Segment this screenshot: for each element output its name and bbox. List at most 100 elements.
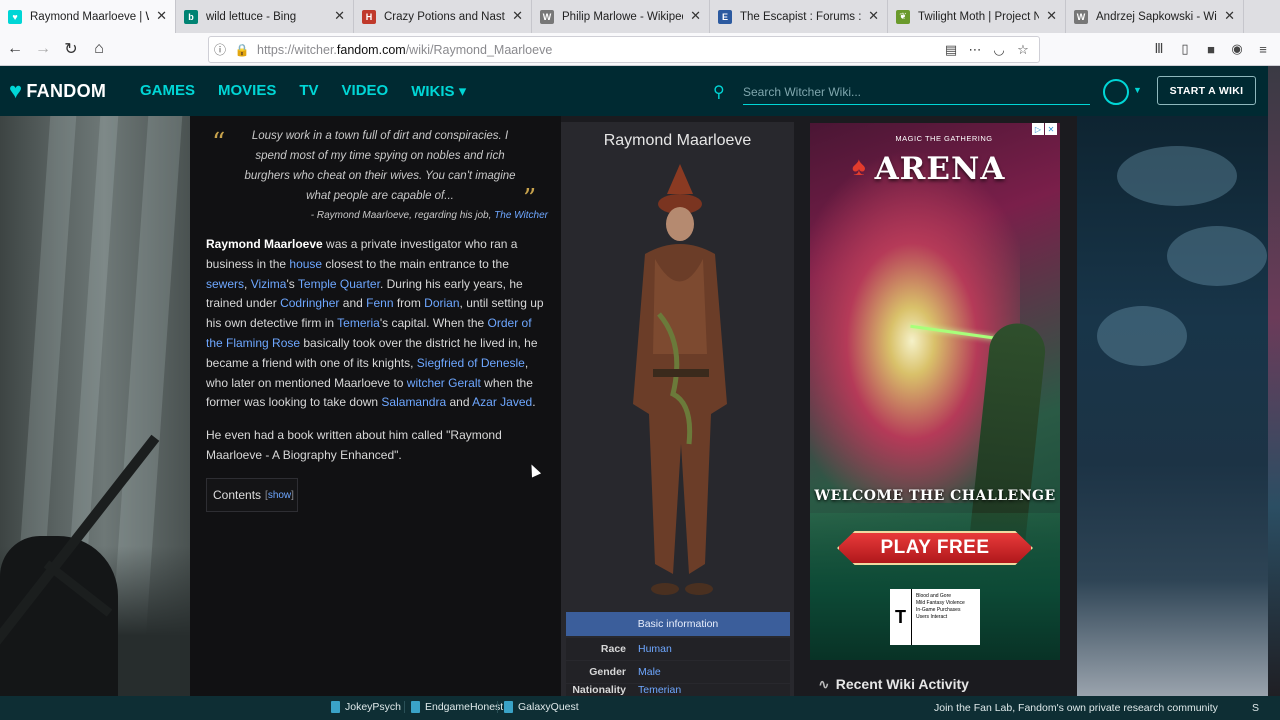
- article-paragraph-2: He even had a book written about him cal…: [206, 428, 502, 462]
- address-bar[interactable]: ⓘ 🔒 https://witcher.fandom.com/wiki/Raym…: [208, 36, 1040, 63]
- browser-tab[interactable]: W Andrzej Sapkowski - Wikipedia ✕: [1066, 0, 1244, 33]
- library-icon[interactable]: Ⅲ: [1148, 38, 1170, 60]
- tab-bar: ♥ Raymond Maarloeve | Witcher ✕ b wild lettu…: [0, 0, 1280, 33]
- infobox-row-nationality: Nationality Temerian: [566, 684, 790, 696]
- url-text[interactable]: https://witcher.fandom.com/wiki/Raymond_…: [257, 43, 552, 57]
- infobox: Raymond Maarloeve Basic information Race…: [561, 122, 794, 696]
- article-text: ,: [244, 276, 251, 291]
- article-link[interactable]: Temple Quarter: [298, 277, 380, 291]
- activity-icon: ∿: [818, 675, 830, 692]
- menu-icon[interactable]: ≡: [1252, 38, 1274, 60]
- lock-icon[interactable]: 🔒: [231, 38, 253, 62]
- close-tab-icon[interactable]: ✕: [334, 9, 345, 23]
- recent-wiki-activity[interactable]: ∿ Recent Wiki Activity: [810, 672, 1060, 696]
- article-paragraph-1: Raymond Maarloeve was a private investig…: [206, 235, 550, 413]
- browser-tab[interactable]: E The Escapist : Forums : Off-topic ✕: [710, 0, 888, 33]
- nav-wikis[interactable]: WIKIS ▾: [411, 82, 466, 100]
- article-text: closest to the main entrance to the: [322, 256, 509, 271]
- close-tab-icon[interactable]: ✕: [868, 9, 879, 23]
- fandom-header: ♥ FANDOM GAMES MOVIES TV VIDEO WIKIS ▾ ⚲: [0, 66, 1268, 116]
- infobox-value-link[interactable]: Male: [638, 666, 661, 678]
- leaf-icon: ❦: [896, 9, 910, 24]
- browser-tab[interactable]: b wild lettuce - Bing ✕: [176, 0, 354, 33]
- fandom-heart-icon: ♥: [9, 78, 23, 103]
- ad-choices[interactable]: ▷ ✕: [1032, 123, 1057, 135]
- nav-movies[interactable]: MOVIES: [218, 82, 276, 100]
- ad-info-icon[interactable]: ▷: [1032, 123, 1044, 135]
- toolbar-item[interactable]: EndgameHonest: [404, 701, 503, 713]
- navigation-toolbar: ← → ↻ ⌂ ⓘ 🔒 https://witcher.fandom.com/w…: [0, 33, 1280, 66]
- close-tab-icon[interactable]: ✕: [156, 9, 167, 23]
- article-link[interactable]: Fenn: [366, 296, 393, 310]
- extension-icon[interactable]: ■: [1200, 38, 1222, 60]
- play-free-button[interactable]: PLAY FREE: [837, 531, 1033, 565]
- reader-view-icon[interactable]: ▤: [941, 40, 961, 60]
- article-quote: Lousy work in a town full of dirt and co…: [244, 130, 516, 202]
- user-avatar-icon[interactable]: [1103, 79, 1129, 105]
- chevron-down-icon[interactable]: ▼: [1133, 85, 1142, 95]
- esrb-rating: T Blood and Gore Mild Fantasy Violence I…: [890, 589, 980, 645]
- bookmark-star-icon[interactable]: ☆: [1013, 40, 1033, 60]
- background-art-right: [1077, 116, 1268, 696]
- account-icon[interactable]: ◉: [1226, 38, 1248, 60]
- article-subject: Raymond Maarloeve: [206, 237, 323, 251]
- nav-video[interactable]: VIDEO: [342, 82, 389, 100]
- infobox-section-header: Basic information: [566, 612, 790, 636]
- info-icon[interactable]: ⓘ: [209, 38, 231, 62]
- article-link[interactable]: Siegfried of Denesle: [417, 356, 525, 370]
- article-link[interactable]: Temeria: [337, 316, 380, 330]
- article-text: .: [532, 395, 536, 410]
- nav-games[interactable]: GAMES: [140, 82, 195, 100]
- infobox-value-link[interactable]: Temerian: [638, 684, 681, 696]
- article-link[interactable]: Azar Javed: [472, 395, 532, 409]
- close-tab-icon[interactable]: ✕: [1046, 9, 1057, 23]
- article-link[interactable]: sewers: [206, 277, 244, 291]
- article-content: “ Lousy work in a town full of dirt and …: [190, 116, 561, 696]
- browser-tab[interactable]: W Philip Marlowe - Wikipedia ✕: [532, 0, 710, 33]
- tab-title: Philip Marlowe - Wikipedia: [562, 10, 683, 23]
- browser-tab[interactable]: ♥ Raymond Maarloeve | Witcher ✕: [0, 0, 176, 33]
- tab-title: Twilight Moth | Project Noah: [918, 10, 1039, 23]
- article-link[interactable]: witcher: [407, 376, 445, 390]
- nav-tv[interactable]: TV: [299, 82, 318, 100]
- search-icon[interactable]: ⚲: [713, 82, 735, 102]
- browser-tab[interactable]: H Crazy Potions and Nasty Nostrums ✕: [354, 0, 532, 33]
- infobox-value-link[interactable]: Human: [638, 643, 672, 655]
- toolbar-item[interactable]: GalaxyQuest: [497, 701, 579, 713]
- article-link[interactable]: Dorian: [424, 296, 459, 310]
- browser-tab[interactable]: ❦ Twilight Moth | Project Noah ✕: [888, 0, 1066, 33]
- article-link[interactable]: Salamandra: [381, 395, 446, 409]
- close-tab-icon[interactable]: ✕: [690, 9, 701, 23]
- article-link[interactable]: house: [289, 257, 322, 271]
- home-button[interactable]: ⌂: [86, 36, 112, 62]
- start-a-wiki-button[interactable]: START A WIKI: [1157, 76, 1256, 105]
- article-link[interactable]: Geralt: [448, 376, 481, 390]
- pocket-icon[interactable]: ◡: [989, 40, 1009, 60]
- site-icon: H: [362, 9, 376, 24]
- advertisement[interactable]: ▷ ✕ ♠ MAGIC THE GATHERING ARENA WELCOME …: [810, 123, 1060, 660]
- back-button[interactable]: ←: [2, 36, 28, 62]
- scrollbar[interactable]: [1268, 66, 1280, 696]
- ad-tagline: WELCOME THE CHALLENGE: [814, 488, 1056, 504]
- tab-title: wild lettuce - Bing: [206, 10, 297, 23]
- reload-button[interactable]: ↻: [58, 36, 84, 62]
- sidebar-icon[interactable]: ▯: [1174, 38, 1196, 60]
- close-tab-icon[interactable]: ✕: [1224, 9, 1235, 23]
- search-input[interactable]: [743, 79, 1090, 105]
- close-icon[interactable]: ✕: [1045, 123, 1057, 135]
- contents-show-link[interactable]: show: [268, 490, 291, 501]
- toolbar-item[interactable]: JokeyPsych: [331, 701, 401, 713]
- bottom-bar-end[interactable]: S: [1252, 702, 1259, 714]
- fandom-logo[interactable]: ♥ FANDOM: [9, 78, 106, 104]
- infobox-row-gender: Gender Male: [566, 661, 790, 683]
- more-actions-icon[interactable]: ⋯: [965, 40, 985, 60]
- forward-button[interactable]: →: [30, 36, 56, 62]
- article-link[interactable]: Vizima: [251, 277, 287, 291]
- ad-brand: ARENA: [874, 151, 1006, 187]
- infobox-title: Raymond Maarloeve: [603, 132, 752, 149]
- article-link[interactable]: Codringher: [280, 296, 339, 310]
- search-area: ⚲: [713, 78, 1091, 106]
- close-tab-icon[interactable]: ✕: [512, 9, 523, 23]
- fan-lab-link[interactable]: Join the Fan Lab, Fandom's own private r…: [934, 702, 1218, 714]
- link-the-witcher[interactable]: The Witcher: [494, 210, 548, 221]
